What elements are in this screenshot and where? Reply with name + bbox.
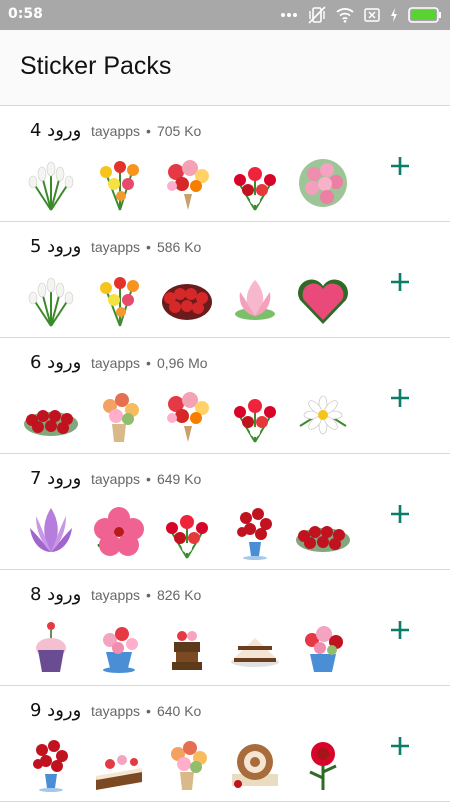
pack-meta: tayapps • 0,96 Mo	[91, 355, 208, 371]
pack-size: 640 Ko	[156, 703, 202, 719]
sticker-red-flowers-bunch	[158, 502, 216, 560]
pack-meta: tayapps • 640 Ko	[91, 703, 202, 719]
sticker-mixed-flowers	[90, 270, 148, 328]
sticker-previews	[22, 386, 352, 444]
sticker-white-tulips	[22, 154, 80, 212]
pack-publisher: tayapps	[91, 239, 141, 255]
pack-name: ورود 5	[30, 236, 82, 257]
sticker-pack-list[interactable]: ورود 4 tayapps • 705 Ko ورود 5 tayapps • 586…	[0, 106, 450, 802]
sticker-pack-row[interactable]: ورود 6 tayapps • 0,96 Mo	[0, 338, 450, 454]
pack-name: ورود 9	[30, 700, 82, 721]
sticker-white-daisy	[294, 386, 352, 444]
sticker-pink-roses-bouquet	[294, 154, 352, 212]
sticker-red-flowers-bunch	[226, 154, 284, 212]
pack-name: ورود 8	[30, 584, 82, 605]
pack-size: 826 Ko	[156, 587, 202, 603]
sticker-pack-row[interactable]: ورود 4 tayapps • 705 Ko	[0, 106, 450, 222]
sticker-pack-row[interactable]: ورود 9 tayapps • 640 Ko	[0, 686, 450, 802]
sticker-previews	[22, 734, 352, 792]
sticker-rose-vase	[22, 734, 80, 792]
pack-meta: tayapps • 826 Ko	[91, 587, 202, 603]
pack-publisher: tayapps	[91, 471, 141, 487]
pack-name: ورود 7	[30, 468, 82, 489]
add-pack-button[interactable]	[386, 268, 414, 296]
app-bar: Sticker Packs	[0, 30, 450, 106]
status-bar: 0:58	[0, 0, 450, 30]
pack-meta: tayapps • 649 Ko	[91, 471, 202, 487]
sticker-rose-vase	[226, 502, 284, 560]
pack-size: 0,96 Mo	[156, 355, 208, 371]
pack-publisher: tayapps	[91, 123, 141, 139]
pack-size: 649 Ko	[156, 471, 202, 487]
sticker-pink-rose-heart	[294, 270, 352, 328]
sticker-previews	[22, 502, 352, 560]
sticker-previews	[22, 154, 352, 212]
pack-size: 705 Ko	[156, 123, 202, 139]
sticker-flower-vase	[158, 734, 216, 792]
sticker-previews	[22, 270, 352, 328]
page-title: Sticker Packs	[20, 52, 172, 80]
sticker-red-rose	[294, 734, 352, 792]
sticker-white-tulips	[22, 270, 80, 328]
sticker-flower-cup	[294, 618, 352, 676]
sticker-flower-bouquet	[158, 154, 216, 212]
add-pack-button[interactable]	[386, 500, 414, 528]
sticker-previews	[22, 618, 352, 676]
pack-size: 586 Ko	[156, 239, 202, 255]
wifi-icon	[336, 7, 354, 23]
pack-name: ورود 4	[30, 120, 82, 141]
sticker-pink-lotus	[226, 270, 284, 328]
vibrate-off-icon	[308, 6, 326, 24]
sticker-pack-row[interactable]: ورود 8 tayapps • 826 Ko	[0, 570, 450, 686]
status-icons	[280, 6, 442, 24]
sticker-red-flowers-bunch	[226, 386, 284, 444]
pack-meta: tayapps • 586 Ko	[91, 239, 202, 255]
sticker-layer-cake	[90, 734, 148, 792]
pack-publisher: tayapps	[91, 703, 141, 719]
more-dots-icon	[280, 12, 298, 18]
status-time: 0:58	[8, 6, 43, 22]
pack-meta: tayapps • 705 Ko	[91, 123, 202, 139]
sticker-flower-vase	[90, 386, 148, 444]
sticker-purple-lotus	[22, 502, 80, 560]
add-pack-button[interactable]	[386, 732, 414, 760]
pack-name: ورود 6	[30, 352, 82, 373]
sticker-chocolate-cake	[158, 618, 216, 676]
sticker-flower-teacup	[90, 618, 148, 676]
sticker-cupcake	[22, 618, 80, 676]
sticker-mixed-flowers	[90, 154, 148, 212]
sticker-pack-row[interactable]: ورود 7 tayapps • 649 Ko	[0, 454, 450, 570]
pack-publisher: tayapps	[91, 587, 141, 603]
sticker-red-rose-pile	[22, 386, 80, 444]
add-pack-button[interactable]	[386, 152, 414, 180]
sticker-red-rose-basket	[158, 270, 216, 328]
sticker-pink-hibiscus	[90, 502, 148, 560]
sticker-red-rose-pile	[294, 502, 352, 560]
sim-x-icon	[364, 8, 380, 22]
sticker-flower-bouquet	[158, 386, 216, 444]
sticker-pack-row[interactable]: ورود 5 tayapps • 586 Ko	[0, 222, 450, 338]
sticker-roll-cake	[226, 734, 284, 792]
add-pack-button[interactable]	[386, 384, 414, 412]
add-pack-button[interactable]	[386, 616, 414, 644]
pack-publisher: tayapps	[91, 355, 141, 371]
sticker-cake-slice	[226, 618, 284, 676]
charging-icon	[390, 8, 398, 22]
battery-icon	[408, 7, 442, 23]
